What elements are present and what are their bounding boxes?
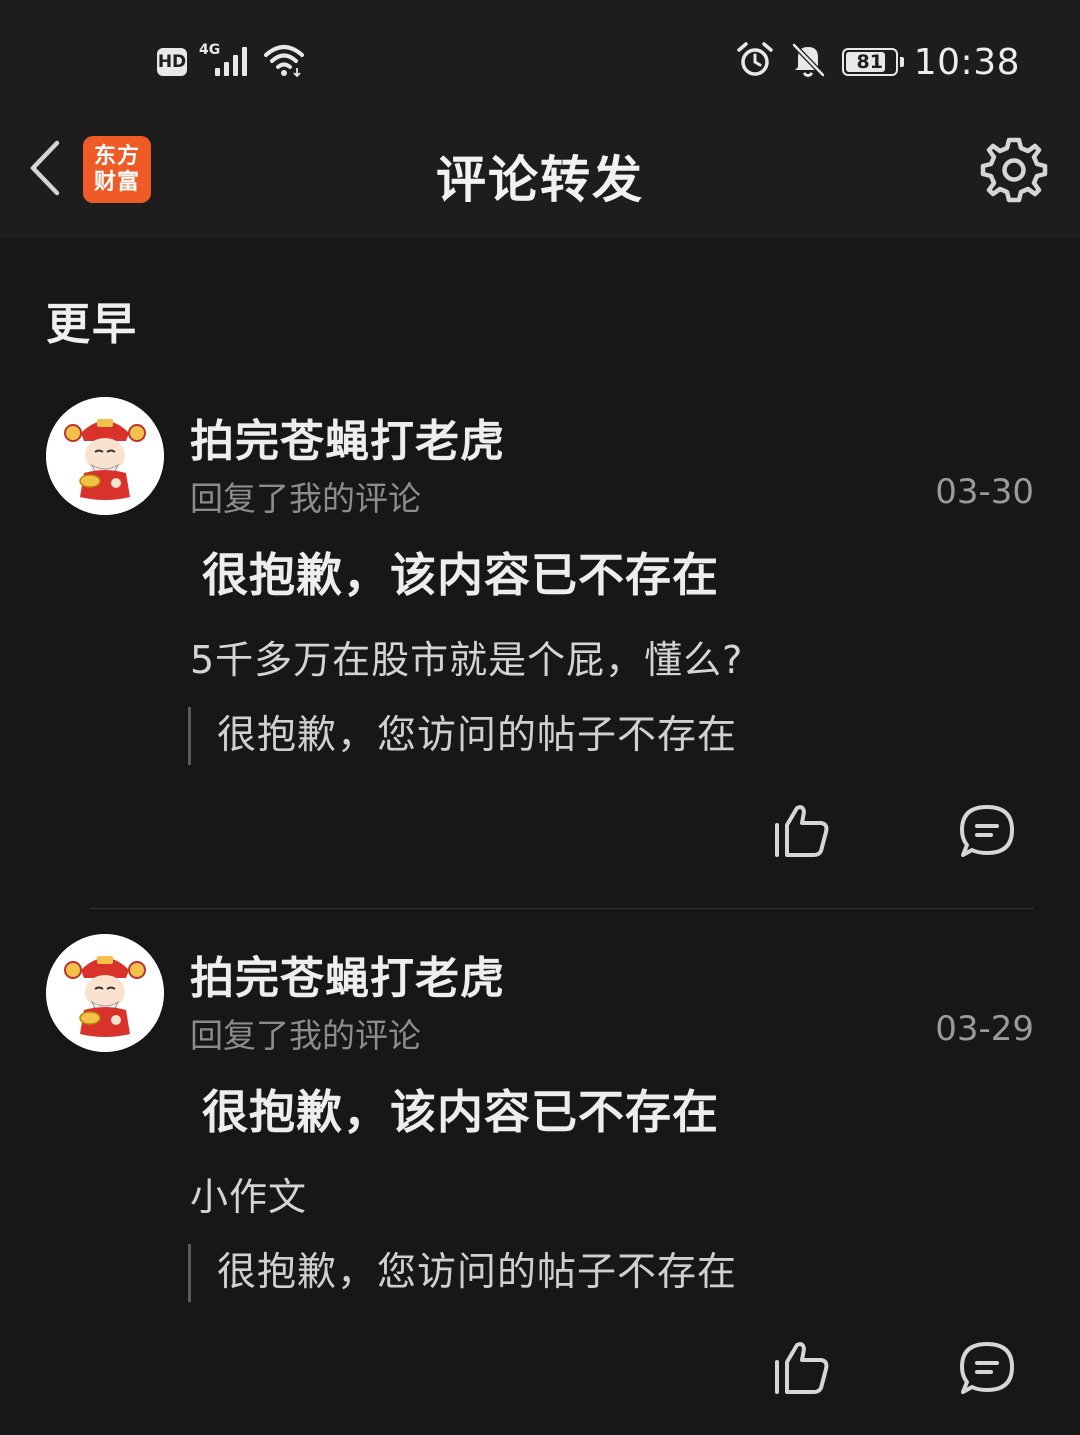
item-divider	[90, 908, 1034, 909]
signal-bars-icon	[215, 47, 247, 76]
reply-text[interactable]: 5千多万在股市就是个屁，懂么?	[190, 629, 743, 684]
item-date: 03-29	[935, 1009, 1034, 1049]
username[interactable]: 拍完苍蝇打老虎	[190, 942, 505, 1006]
username[interactable]: 拍完苍蝇打老虎	[190, 405, 505, 469]
status-time: 10:38	[913, 41, 1020, 83]
caishen-avatar-icon	[46, 397, 164, 515]
comment-forward-page: HD 4G 81 10:38 东方 财富 评论转发 更早 拍完苍蝇打老虎 回复了…	[0, 0, 1080, 1435]
avatar[interactable]	[46, 397, 164, 515]
status-right-group: 81 10:38	[736, 40, 1020, 84]
action-text: 回复了我的评论	[190, 479, 421, 518]
comment-bubble-icon	[958, 1340, 1016, 1402]
bell-off-icon	[790, 41, 826, 83]
page-title: 评论转发	[436, 151, 644, 209]
avatar[interactable]	[46, 934, 164, 1052]
like-button[interactable]	[770, 801, 834, 865]
status-bar: HD 4G 81 10:38	[0, 0, 1080, 120]
quoted-post[interactable]: 很抱歉，您访问的帖子不存在	[188, 707, 737, 765]
reply-text[interactable]: 小作文	[190, 1166, 307, 1221]
quoted-post[interactable]: 很抱歉，您访问的帖子不存在	[188, 1244, 737, 1302]
settings-button[interactable]	[976, 134, 1052, 210]
comment-button[interactable]	[954, 1338, 1020, 1404]
hd-badge: HD	[157, 48, 187, 76]
battery-percent: 81	[856, 50, 883, 73]
item-date: 03-30	[935, 472, 1034, 512]
deleted-content-notice[interactable]: 很抱歉，该内容已不存在	[202, 1076, 719, 1142]
status-left-group: HD 4G	[157, 42, 305, 82]
gear-icon	[979, 135, 1049, 209]
cellular-signal: 4G	[199, 42, 251, 80]
app-header: 东方 财富 评论转发	[0, 120, 1080, 238]
wifi-icon	[263, 42, 305, 82]
deleted-content-notice[interactable]: 很抱歉，该内容已不存在	[202, 539, 719, 605]
alarm-clock-icon	[736, 41, 774, 83]
caishen-avatar-icon	[46, 934, 164, 1052]
battery-indicator: 81	[841, 48, 904, 76]
thumbs-up-icon	[773, 803, 831, 863]
section-title-earlier: 更早	[46, 299, 138, 350]
comment-button[interactable]	[954, 801, 1020, 867]
thumbs-up-icon	[773, 1340, 831, 1400]
like-button[interactable]	[770, 1338, 834, 1402]
action-text: 回复了我的评论	[190, 1016, 421, 1055]
comment-bubble-icon	[958, 803, 1016, 865]
